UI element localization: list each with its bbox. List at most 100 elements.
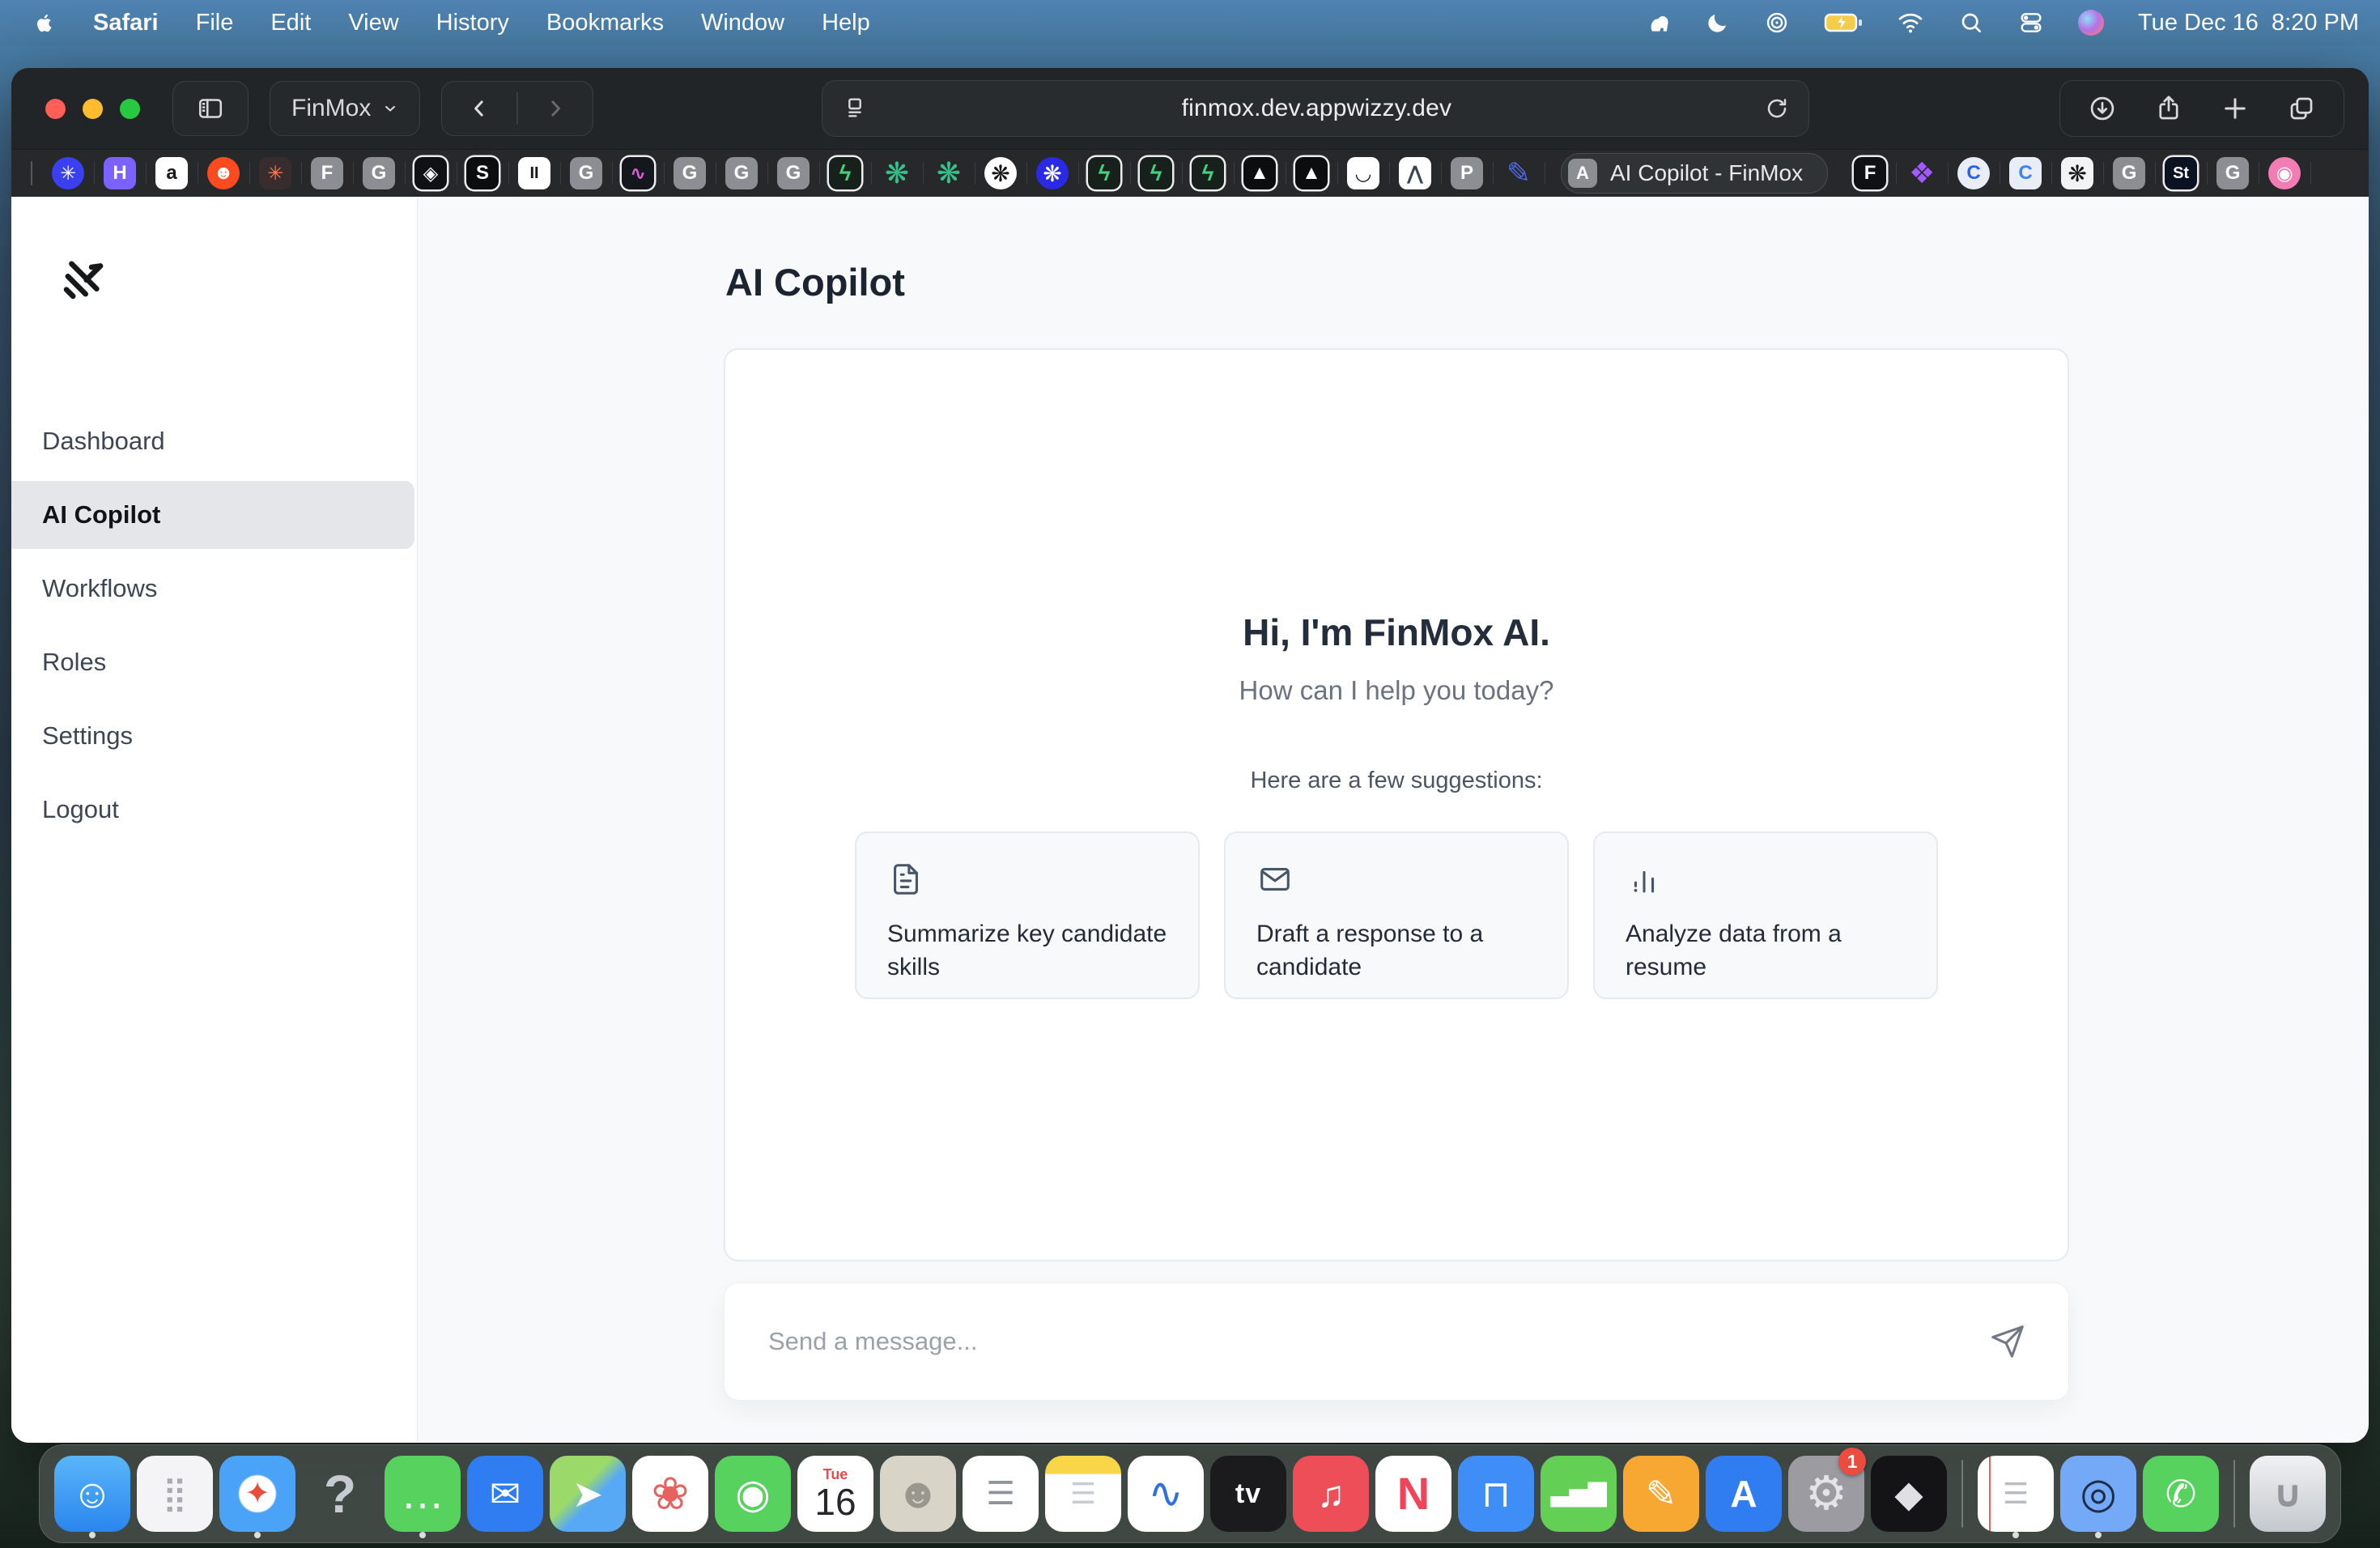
favicon-openai-light[interactable]: ❋ — [2061, 157, 2093, 189]
dock-mail[interactable]: ✉ — [464, 1448, 546, 1540]
favicon-diamond-app[interactable]: ◈ — [414, 157, 447, 189]
menu-history[interactable]: History — [436, 10, 509, 36]
menu-bar-clock[interactable]: Tue Dec 16 8:20 PM — [2138, 10, 2359, 36]
do-not-disturb-moon-icon[interactable] — [1706, 11, 1730, 35]
favicon-waveform-app[interactable]: ∿ — [622, 157, 654, 189]
suggestion-card-draft-response[interactable]: Draft a response to a candidate — [1224, 831, 1569, 999]
favicon-vercel[interactable]: ▲ — [1243, 157, 1276, 189]
back-button[interactable] — [442, 82, 516, 135]
dock-pages[interactable]: ✎ — [1620, 1448, 1702, 1540]
favicon-bolt-app[interactable]: ϟ — [1192, 157, 1224, 189]
favicon-st-app[interactable]: St — [2165, 157, 2197, 189]
dock-photos[interactable]: ❀ — [629, 1448, 712, 1540]
dock-phone[interactable]: ✆ — [2140, 1448, 2222, 1540]
forward-button[interactable] — [518, 82, 593, 135]
dock-prism-app[interactable]: ◆ — [1868, 1448, 1950, 1540]
dock-notes[interactable]: ☰ — [1042, 1448, 1124, 1540]
favicon-amazon[interactable]: a — [155, 157, 188, 189]
dock-news[interactable]: N — [1372, 1448, 1455, 1540]
reload-icon[interactable] — [1765, 96, 1789, 121]
dock-numbers[interactable]: ▃▅▇ — [1537, 1448, 1620, 1540]
favicon-figma-dark[interactable]: F — [1854, 157, 1886, 189]
favicon-figma[interactable]: ❖ — [1906, 157, 1938, 189]
spotlight-search-icon[interactable] — [1958, 10, 1984, 36]
favicon-p-app[interactable]: P — [1451, 157, 1483, 189]
dock-missing-app[interactable]: ? — [299, 1448, 381, 1540]
site-menu-button[interactable]: FinMox — [270, 81, 420, 136]
suggestion-card-analyze-data[interactable]: Analyze data from a resume — [1593, 831, 1938, 999]
favicon-spiral-app[interactable]: ❋ — [933, 157, 965, 189]
dock-app-store[interactable]: A — [1702, 1448, 1785, 1540]
url-text[interactable]: finmox.dev.appwizzy.dev — [868, 95, 1765, 122]
dock-contacts[interactable]: ☻ — [877, 1448, 959, 1540]
dock-camera-app[interactable]: ◎ — [2057, 1448, 2140, 1540]
menu-safari[interactable]: Safari — [93, 10, 159, 36]
share-button[interactable] — [2154, 94, 2183, 123]
screen-mirroring-icon[interactable] — [1764, 10, 1790, 36]
sidebar-toggle-button[interactable] — [172, 81, 249, 136]
favicon-vercel[interactable]: ▲ — [1295, 157, 1328, 189]
favicon-spiral-app[interactable]: ❋ — [881, 157, 913, 189]
sidebar-item-dashboard[interactable]: Dashboard — [11, 407, 414, 475]
menu-file[interactable]: File — [196, 10, 234, 36]
app-blob-icon[interactable] — [1646, 10, 1672, 36]
favicon-s-app[interactable]: S — [466, 157, 499, 189]
address-bar[interactable]: finmox.dev.appwizzy.dev — [822, 80, 1809, 137]
dock-maps[interactable]: ➤ — [546, 1448, 629, 1540]
favicon-g-app[interactable]: G — [363, 157, 395, 189]
tab-overview-button[interactable] — [2287, 94, 2316, 123]
dock-music[interactable]: ♫ — [1290, 1448, 1372, 1540]
zoom-window-button[interactable] — [120, 99, 140, 119]
favicon-g-app[interactable]: G — [674, 157, 706, 189]
dock-reminders[interactable]: ☰ — [959, 1448, 1042, 1540]
dock-separator[interactable] — [1961, 1460, 1963, 1528]
dock-facetime[interactable]: ◉ — [712, 1448, 794, 1540]
favicon-h-app[interactable]: H — [104, 157, 136, 189]
favicon-g-app[interactable]: G — [570, 157, 602, 189]
favicon-f-app[interactable]: F — [311, 157, 343, 189]
favicon-g-app[interactable]: G — [2113, 157, 2145, 189]
favicon-bolt-app[interactable]: ϟ — [1088, 157, 1120, 189]
new-tab-button[interactable] — [2221, 94, 2250, 123]
dock-separator[interactable] — [2233, 1460, 2235, 1528]
favicon-pause-app[interactable]: II — [518, 157, 550, 189]
wifi-icon[interactable] — [1897, 11, 1924, 35]
dock-freeform[interactable]: ∿ — [1124, 1448, 1207, 1540]
favicon-g-app[interactable]: G — [2216, 157, 2249, 189]
favicon-chatgpt-blue[interactable]: ✳ — [52, 157, 84, 189]
menu-bookmarks[interactable]: Bookmarks — [546, 10, 664, 36]
favicon-openai-blue[interactable]: ❋ — [1036, 157, 1069, 189]
favicon-dribbble[interactable]: ◉ — [2268, 157, 2301, 189]
dock-settings[interactable]: ⚙ — [1785, 1448, 1868, 1540]
favicon-swoosh-app[interactable]: ◡ — [1347, 157, 1379, 189]
send-button[interactable] — [1989, 1323, 2026, 1360]
favicon-pen-app[interactable]: ✎ — [1502, 157, 1535, 189]
dock-app-grid[interactable]: ⣿ — [134, 1448, 216, 1540]
favicon-bolt-app[interactable]: ϟ — [1140, 157, 1172, 189]
favicon-c-tile[interactable]: C — [2009, 157, 2042, 189]
sidebar-item-workflows[interactable]: Workflows — [11, 555, 414, 623]
favicon-sailboat-app[interactable]: ⋀ — [1399, 157, 1431, 189]
favicon-c-ring[interactable]: C — [1957, 157, 1990, 189]
dock-trash[interactable]: ∪ — [2246, 1448, 2329, 1540]
minimize-window-button[interactable] — [83, 99, 103, 119]
menu-view[interactable]: View — [348, 10, 398, 36]
dock-safari[interactable]: ✦ — [216, 1448, 299, 1540]
sidebar-item-logout[interactable]: Logout — [11, 776, 414, 844]
sidebar-item-settings[interactable]: Settings — [11, 702, 414, 770]
downloads-button[interactable] — [2088, 94, 2117, 123]
favicon-hubspot[interactable]: ✳ — [259, 157, 291, 189]
dock-keynote[interactable]: ⊓ — [1455, 1448, 1537, 1540]
page-settings-icon[interactable] — [842, 96, 868, 121]
sidebar-item-roles[interactable]: Roles — [11, 628, 414, 696]
favicon-g-app[interactable]: G — [725, 157, 758, 189]
sidebar-item-ai-copilot[interactable]: AI Copilot — [11, 481, 414, 549]
control-center-icon[interactable] — [2018, 10, 2044, 36]
message-input[interactable] — [767, 1326, 1989, 1357]
favicon-g-app[interactable]: G — [777, 157, 810, 189]
dock-messages[interactable]: … — [381, 1448, 464, 1540]
apple-menu[interactable] — [34, 12, 56, 34]
favicon-bolt-app[interactable]: ϟ — [829, 157, 861, 189]
menu-help[interactable]: Help — [822, 10, 870, 36]
dock-finder[interactable]: ☺ — [51, 1448, 134, 1540]
